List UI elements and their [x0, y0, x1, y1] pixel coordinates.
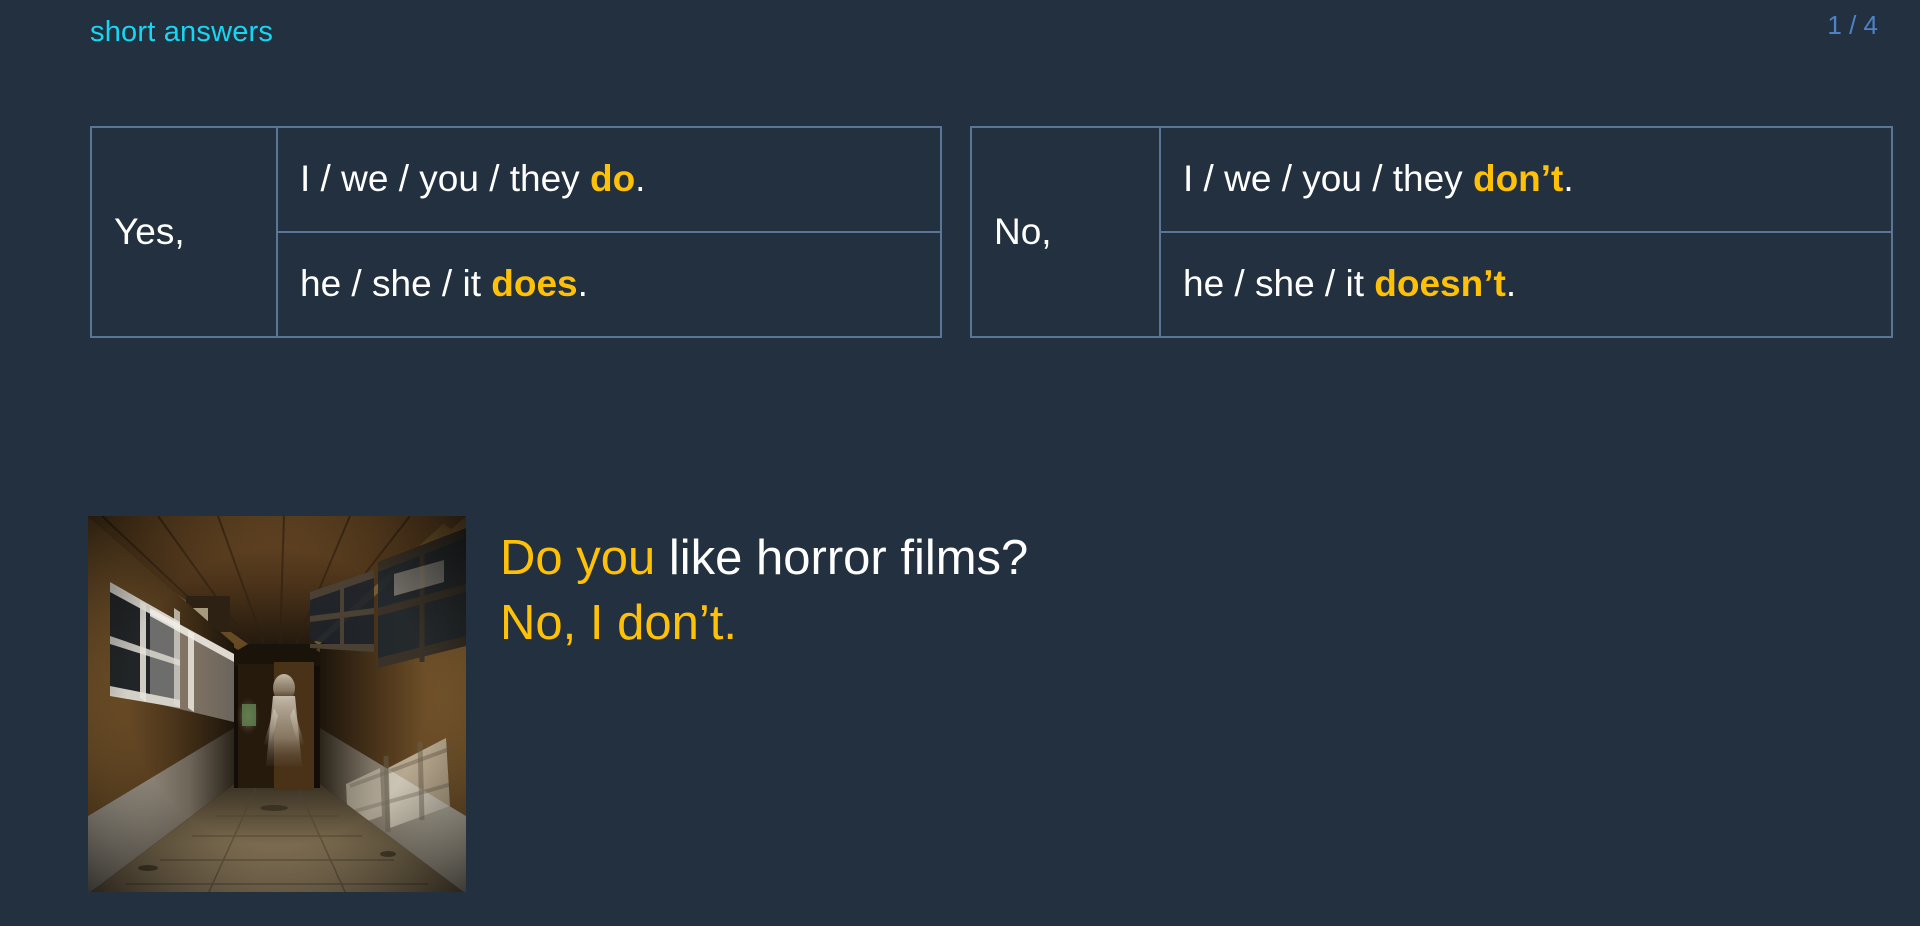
phrase-punctuation: .: [635, 158, 646, 200]
phrase-punctuation: .: [1505, 263, 1517, 305]
example-question-accent: Do you: [500, 531, 656, 585]
negative-answers-table: No, I / we / you / they don’t. he / she …: [970, 126, 1893, 338]
phrase-punctuation: .: [577, 263, 588, 305]
phrase-subject: I / we / you / they: [300, 158, 590, 200]
table-row: Yes, I / we / you / they do.: [90, 126, 942, 338]
example-question-plain: like horror films?: [655, 531, 1029, 585]
phrase-auxiliary: does: [491, 263, 578, 305]
example-sentences: Do you like horror films? No, I don’t.: [500, 526, 1800, 655]
negative-row-singular: he / she / it doesn’t.: [1159, 231, 1893, 338]
phrase-auxiliary: don’t: [1472, 158, 1564, 200]
phrase-subject: he / she / it: [1183, 263, 1375, 305]
horror-corridor-image: [88, 516, 466, 892]
affirmative-row-singular: he / she / it does.: [276, 231, 942, 338]
affirmative-lead-cell: Yes,: [90, 126, 278, 338]
phrase-punctuation: .: [1563, 158, 1574, 200]
example-answer: No, I don’t.: [500, 595, 737, 650]
table-row: No, I / we / you / they don’t.: [970, 126, 1893, 338]
phrase-subject: he / she / it: [300, 263, 492, 305]
example-question: Do you like horror films?: [500, 526, 1800, 591]
page-title: short answers: [90, 16, 274, 48]
phrase-subject: I / we / you / they: [1183, 158, 1473, 200]
phrase-auxiliary: do: [589, 158, 636, 200]
affirmative-row-plural: I / we / you / they do.: [276, 126, 942, 233]
page-indicator: 1 / 4: [1827, 10, 1878, 40]
negative-lead-cell: No,: [970, 126, 1161, 338]
negative-row-plural: I / we / you / they don’t.: [1159, 126, 1893, 233]
affirmative-answers-table: Yes, I / we / you / they do. he / she / …: [90, 126, 942, 338]
phrase-auxiliary: doesn’t: [1374, 263, 1506, 305]
